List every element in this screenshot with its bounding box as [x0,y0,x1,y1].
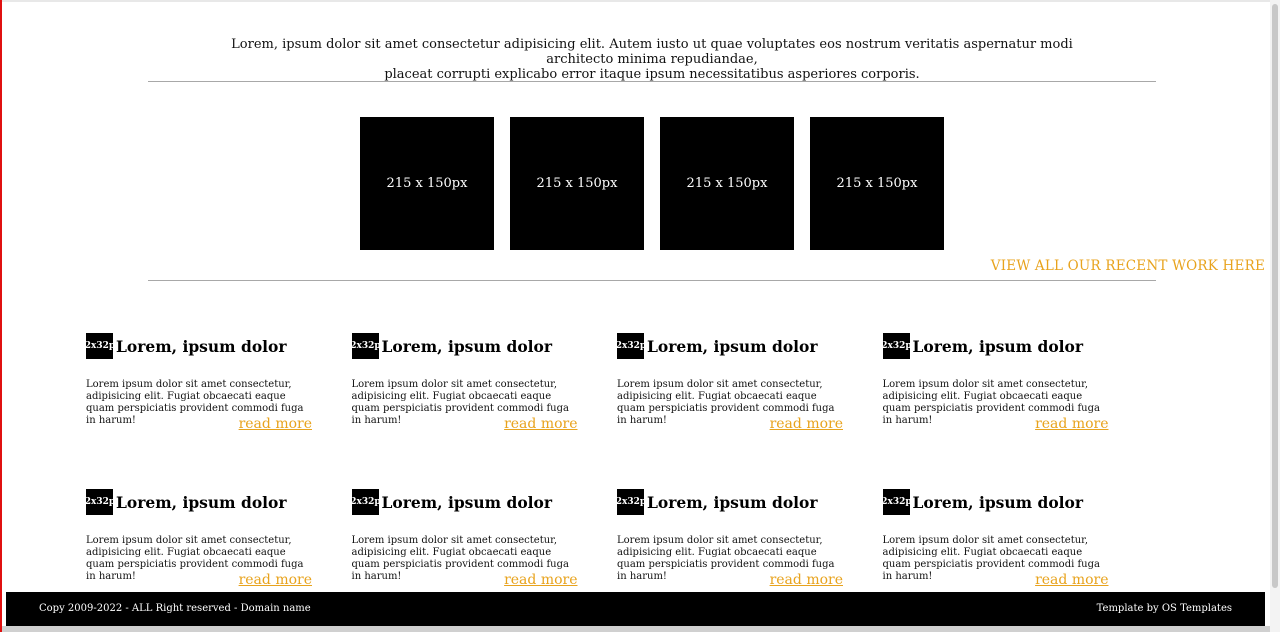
intro-line-1: Lorem, ipsum dolor sit amet consectetur … [231,37,1073,67]
feature-title: Lorem, ipsum dolor [647,492,818,512]
read-more-link[interactable]: read more [770,416,843,432]
feature-icon: 32x 32px [875,333,917,359]
recent-work-gallery: 215 x 150px 215 x 150px 215 x 150px 215 … [360,117,944,250]
divider-bottom [148,280,1156,281]
feature-icon: 32x 32px [875,489,917,515]
view-all-recent-work-link[interactable]: VIEW ALL OUR RECENT WORK HERE [991,258,1265,274]
thumbnail-label: 215 x 150px [836,176,918,191]
feature-icon: 32x 32px [609,333,652,359]
read-more-link[interactable]: read more [1035,572,1108,588]
feature-card: 32x 32px Lorem, ipsum dolor Lorem ipsum d… [609,489,843,599]
feature-card: 32x 32px Lorem, ipsum dolor Lorem ipsum d… [875,489,1109,599]
icon-label-1: 32x [609,497,628,507]
read-more-link[interactable]: read more [504,572,577,588]
feature-card: 32x 32px Lorem, ipsum dolor Lorem ipsum d… [875,333,1109,443]
icon-label-1: 32x [874,341,893,351]
feature-card: 32x 32px Lorem, ipsum dolor Lorem ipsum d… [344,333,578,443]
feature-icon: 32x 32px [344,489,386,515]
read-more-link[interactable]: read more [239,572,312,588]
icon-label-1: 32x [78,341,97,351]
feature-header: 32x 32px Lorem, ipsum dolor [609,333,843,359]
feature-title: Lorem, ipsum dolor [647,336,818,356]
icon-label-1: 32x [609,341,628,351]
read-more-link[interactable]: read more [770,572,843,588]
feature-title: Lorem, ipsum dolor [116,492,287,512]
window-top-edge [2,0,1270,2]
icon-label-1: 32x [78,497,97,507]
thumbnail-label: 215 x 150px [536,176,618,191]
feature-title: Lorem, ipsum dolor [116,336,287,356]
footer-copyright: Copy 2009-2022 - ALL Right reserved - Do… [39,603,311,614]
icon-label-1: 32x [874,497,893,507]
gallery-thumbnail[interactable]: 215 x 150px [360,117,494,250]
footer: Copy 2009-2022 - ALL Right reserved - Do… [6,592,1265,626]
feature-title: Lorem, ipsum dolor [912,492,1084,512]
icon-label-1: 32x [343,497,362,507]
horizontal-scrollbar[interactable] [2,626,1270,632]
gallery-thumbnail[interactable]: 215 x 150px [810,117,944,250]
feature-icon: 32x 32px [78,489,121,515]
scrollbar-thumb[interactable] [1272,4,1278,588]
gallery-thumbnail[interactable]: 215 x 150px [510,117,644,250]
page: Lorem, ipsum dolor sit amet consectetur … [0,0,1280,632]
feature-card: 32x 32px Lorem, ipsum dolor Lorem ipsum d… [78,333,312,443]
features-grid: 32x 32px Lorem, ipsum dolor Lorem ipsum d… [78,333,1146,599]
footer-credit: Template by OS Templates [1096,603,1232,614]
feature-title: Lorem, ipsum dolor [381,492,553,512]
feature-header: 32x 32px Lorem, ipsum dolor [344,489,578,515]
gallery-thumbnail[interactable]: 215 x 150px [660,117,794,250]
icon-label-1: 32x [343,341,362,351]
feature-icon: 32x 32px [609,489,652,515]
feature-header: 32x 32px Lorem, ipsum dolor [78,489,312,515]
intro-line-2: placeat corrupti explicabo error itaque … [384,67,920,82]
feature-icon: 32x 32px [78,333,121,359]
thumbnail-label: 215 x 150px [686,176,768,191]
window-left-edge [0,0,2,632]
feature-header: 32x 32px Lorem, ipsum dolor [78,333,312,359]
read-more-link[interactable]: read more [1035,416,1108,432]
feature-icon: 32x 32px [344,333,386,359]
intro-paragraph: Lorem, ipsum dolor sit amet consectetur … [200,37,1104,82]
thumbnail-label: 215 x 150px [386,176,468,191]
feature-header: 32x 32px Lorem, ipsum dolor [609,489,843,515]
feature-card: 32x 32px Lorem, ipsum dolor Lorem ipsum d… [344,489,578,599]
feature-header: 32x 32px Lorem, ipsum dolor [344,333,578,359]
read-more-link[interactable]: read more [239,416,312,432]
divider-top [148,81,1156,82]
feature-header: 32x 32px Lorem, ipsum dolor [875,489,1109,515]
feature-title: Lorem, ipsum dolor [912,336,1084,356]
feature-card: 32x 32px Lorem, ipsum dolor Lorem ipsum d… [78,489,312,599]
feature-title: Lorem, ipsum dolor [381,336,553,356]
feature-card: 32x 32px Lorem, ipsum dolor Lorem ipsum d… [609,333,843,443]
feature-header: 32x 32px Lorem, ipsum dolor [875,333,1109,359]
vertical-scrollbar[interactable] [1270,0,1280,632]
read-more-link[interactable]: read more [504,416,577,432]
